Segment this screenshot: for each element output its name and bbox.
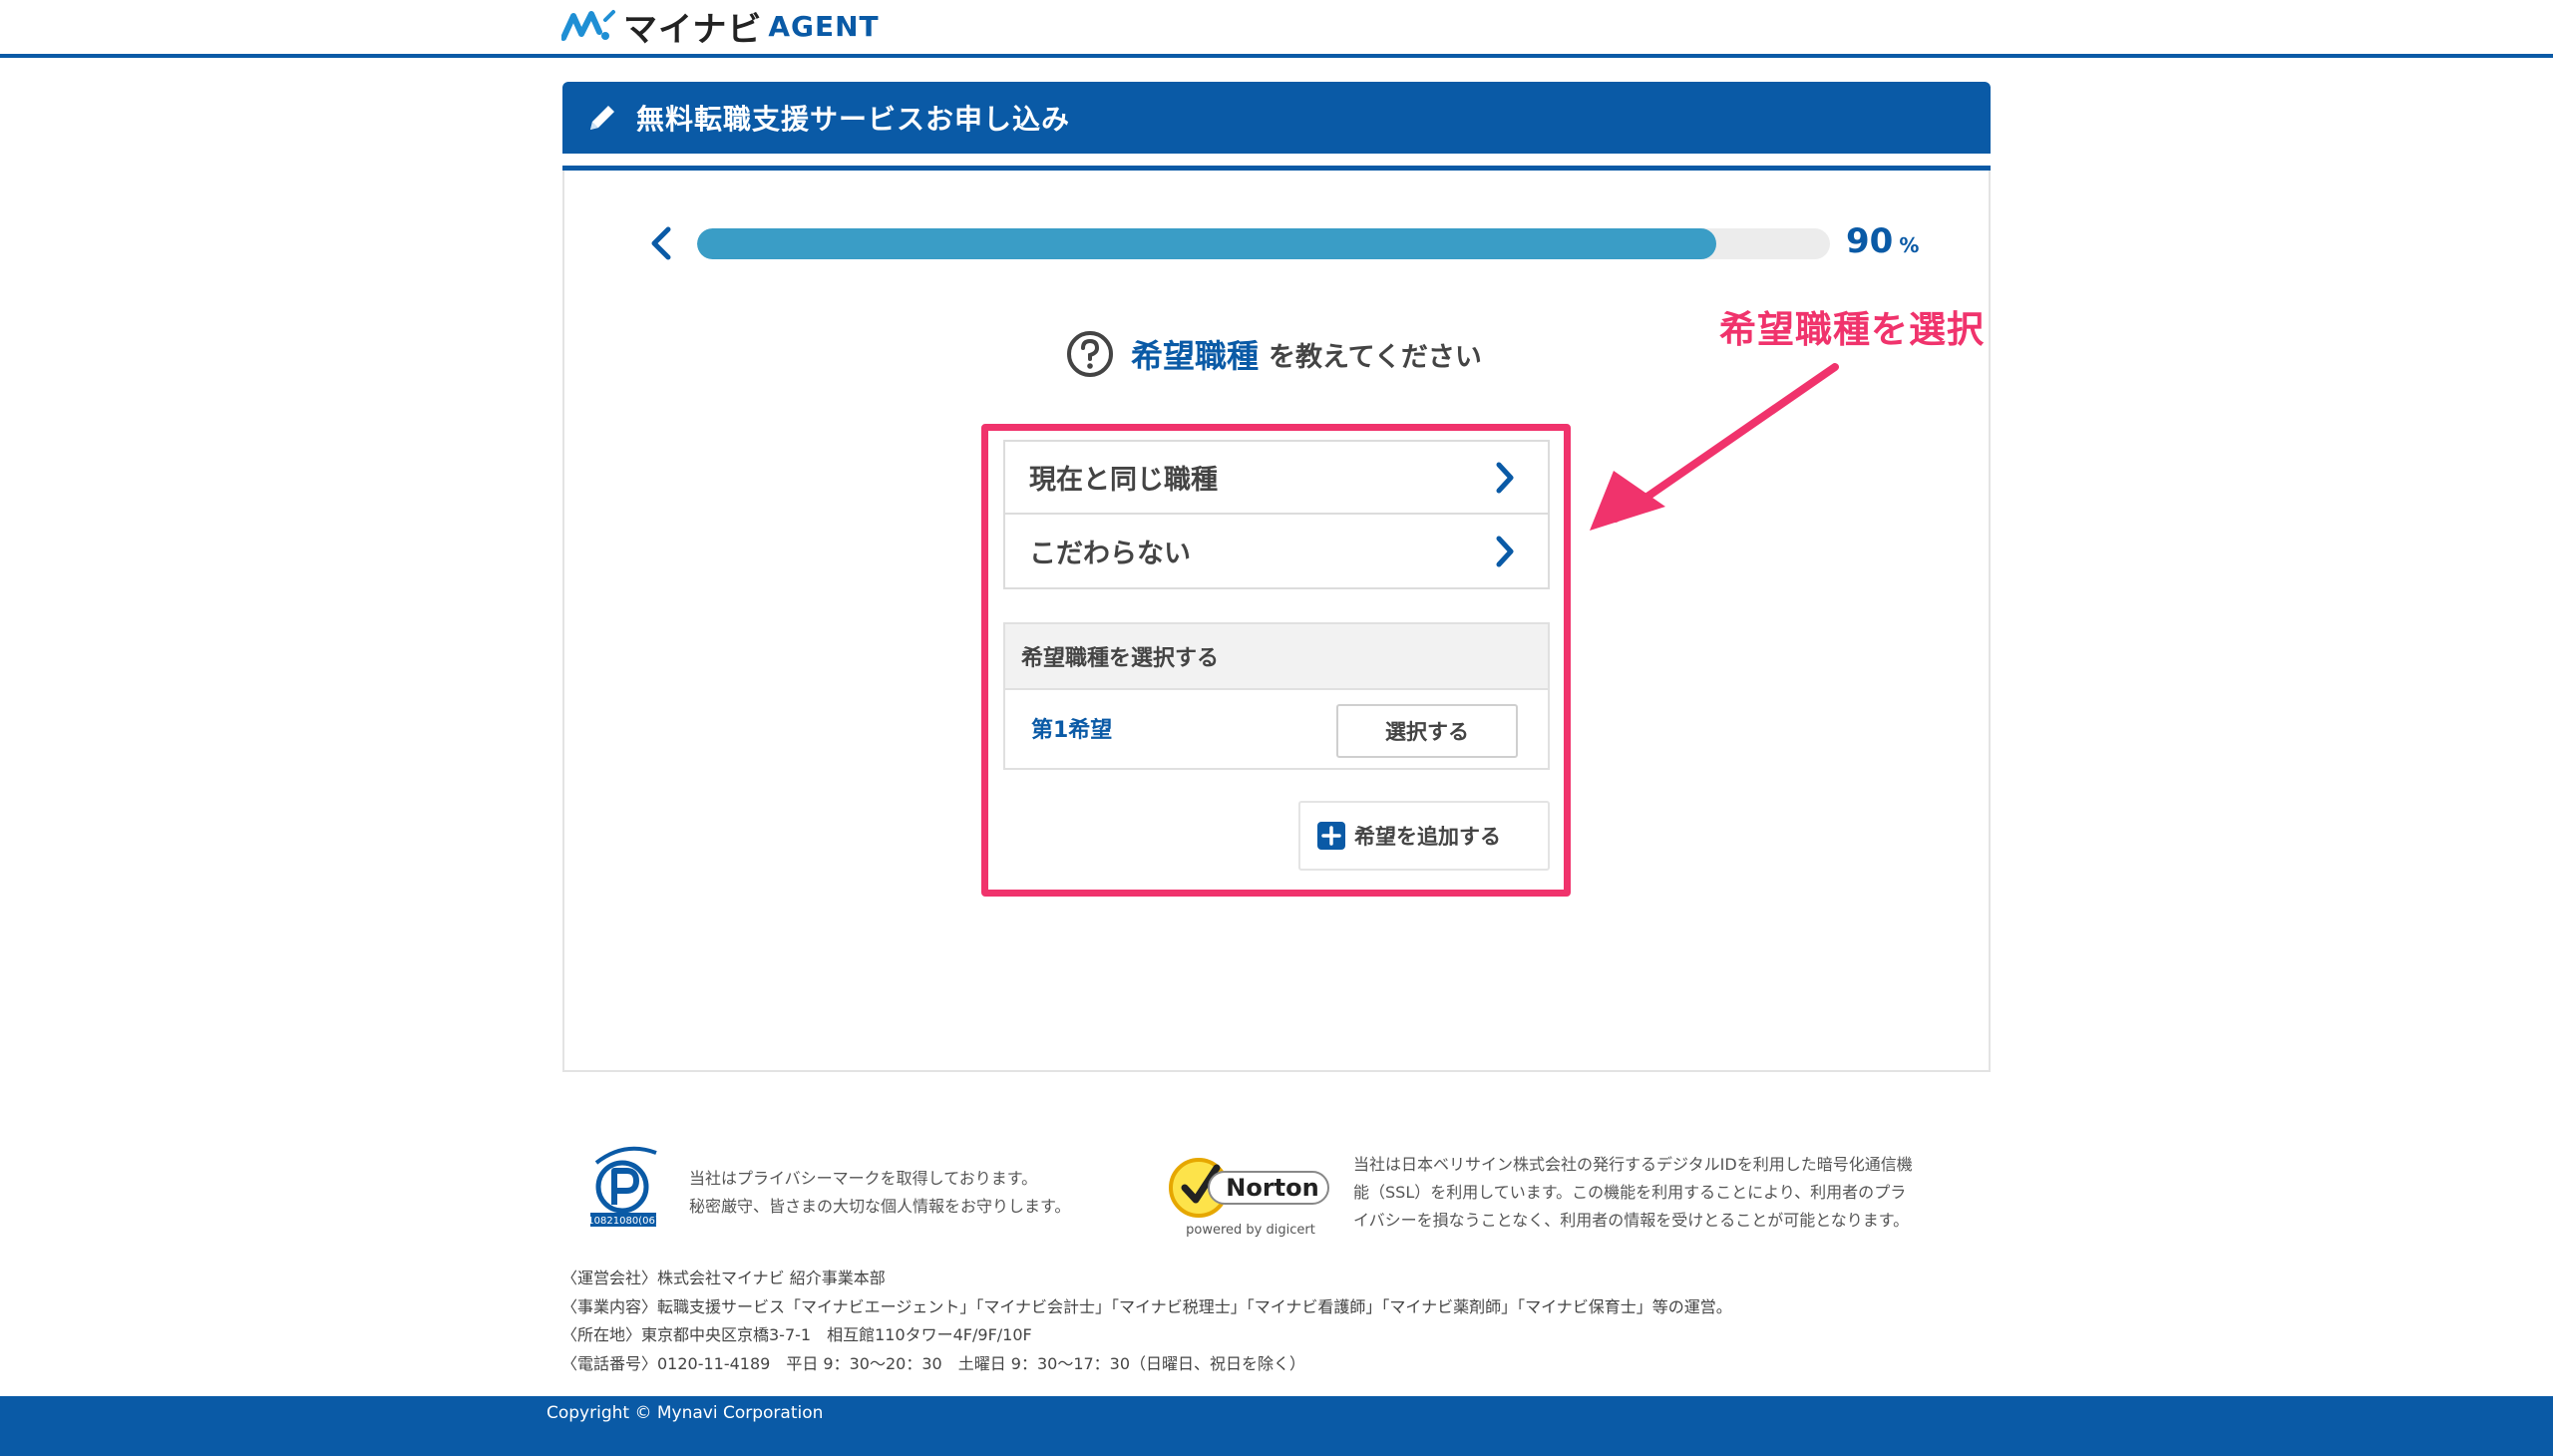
progress-unit: %: [1899, 233, 1920, 257]
progress-bar-fill: [697, 228, 1717, 259]
ssl-notice: 当社は日本ベリサイン株式会社の発行するデジタルIDを利用した暗号化通信機 能（S…: [1353, 1151, 1942, 1235]
company-info: 〈運営会社〉株式会社マイナビ 紹介事業本部 〈事業内容〉転職支援サービス「マイナ…: [561, 1265, 1732, 1378]
privacy-mark-icon: 10821080(06): [587, 1146, 659, 1227]
norton-brand-text: Norton: [1226, 1174, 1318, 1202]
company-info-line: 〈事業内容〉転職支援サービス「マイナビエージェント」「マイナビ会計士」「マイナビ…: [561, 1296, 1732, 1316]
ssl-text-line: 能（SSL）を利用しています。この機能を利用することにより、利用者のプラ: [1353, 1183, 1907, 1202]
company-info-line: 〈電話番号〉0120-11-4189 平日 9：30〜20：30 土曜日 9：3…: [561, 1353, 1306, 1373]
site-header: マイナビ AGENT: [0, 0, 2553, 58]
form-title: 無料転職支援サービスお申し込み: [636, 103, 1071, 136]
footer-bar: Copyright © Mynavi Corporation: [0, 1396, 2553, 1456]
annotation-arrow-icon: [1590, 363, 1839, 531]
progress-percent: 90 %: [1846, 221, 1919, 261]
annotation-label: 希望職種を選択: [1719, 308, 1985, 351]
question-text: を教えてください: [1269, 341, 1482, 373]
privacy-text-line: 秘密厳守、皆さまの大切な個人情報をお守りします。: [689, 1197, 1071, 1216]
question-heading: 希望職種 を教えてください: [1065, 329, 1482, 379]
progress-number: 90: [1846, 221, 1894, 261]
copyright: Copyright © Mynavi Corporation: [547, 1403, 824, 1423]
company-info-line: 〈運営会社〉株式会社マイナビ 紹介事業本部: [561, 1269, 886, 1287]
form-title-bar: 無料転職支援サービスお申し込み: [562, 82, 1991, 154]
norton-seal-icon: Norton powered by digicert: [1169, 1158, 1329, 1238]
company-info-line: 〈所在地〉東京都中央区京橋3-7-1 相互館110タワー4F/9F/10F: [561, 1325, 1032, 1345]
logo-main-text: マイナビ: [623, 9, 763, 50]
ssl-text-line: 当社は日本ベリサイン株式会社の発行するデジタルIDを利用した暗号化通信機: [1353, 1155, 1913, 1174]
ssl-text-line: イバシーを損なうことなく、利用者の情報を受けとることが可能となります。: [1353, 1211, 1910, 1230]
privacy-text-line: 当社はプライバシーマークを取得しております。: [689, 1169, 1038, 1188]
privacy-mark-number: 10821080(06): [587, 1216, 659, 1227]
question-highlight: 希望職種: [1131, 337, 1260, 375]
mynavi-agent-logo[interactable]: マイナビ AGENT: [561, 6, 880, 50]
norton-sub-text: powered by digicert: [1186, 1223, 1315, 1238]
logo-agent-text: AGENT: [768, 9, 880, 43]
chevron-left-icon[interactable]: [646, 223, 676, 263]
privacy-notice: 当社はプライバシーマークを取得しております。 秘密厳守、皆さまの大切な個人情報を…: [689, 1165, 1108, 1221]
progress-bar: [697, 228, 1830, 259]
mynavi-logo-mark-icon: [561, 10, 615, 41]
question-circle-icon: [1067, 331, 1113, 377]
annotation-highlight-box: [981, 424, 1571, 897]
pencil-icon: [590, 106, 614, 130]
